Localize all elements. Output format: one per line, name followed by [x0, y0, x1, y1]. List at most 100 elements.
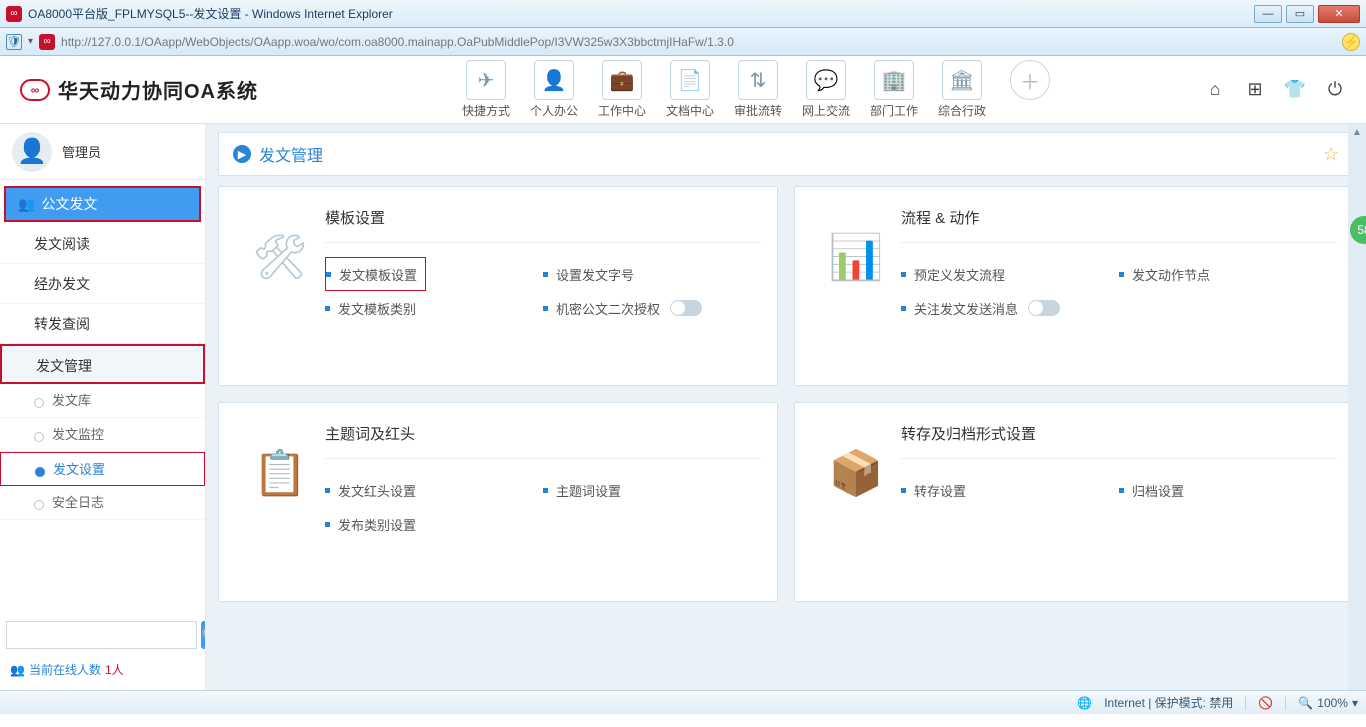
app-header: ∞ 华天动力协同OA系统 ✈快捷方式 👤个人办公 💼 工作中心 📄 文档中心 ⇅ 审批… — [0, 56, 1366, 124]
topnav-approval[interactable]: ⇅ 审批流转 — [730, 60, 786, 119]
link-label: 发布类别设置 — [338, 515, 416, 534]
security-shield-icon[interactable]: 🛡 — [6, 34, 22, 50]
document-icon: 📄 — [670, 60, 710, 100]
accelerator-icon[interactable]: ⚡ — [1342, 33, 1360, 51]
topnav-label: 工作中心 — [594, 102, 650, 119]
topnav-admin[interactable]: 🏛综合行政 — [934, 60, 990, 119]
card-title: 转存及归档形式设置 — [901, 417, 1337, 459]
power-icon[interactable]: ⏻ — [1324, 79, 1346, 101]
building-icon: 🏢 — [874, 60, 914, 100]
link-template-category[interactable]: 发文模板类别 — [325, 291, 543, 325]
zoom-control[interactable]: 🔍 100% ▾ — [1298, 696, 1358, 710]
status-protect-icon[interactable]: 🚫 — [1258, 696, 1273, 710]
nav-manage[interactable]: 发文管理 — [0, 344, 205, 384]
link-redhead[interactable]: 发文红头设置 — [325, 473, 543, 507]
nav-list: 发文阅读 经办发文 转发查阅 发文管理 发文库 发文监控 发文设置 安全日志 — [0, 224, 205, 520]
link-action-node[interactable]: 发文动作节点 — [1119, 257, 1337, 291]
title-favicon: ∞ — [6, 6, 22, 22]
topnav-label: 部门工作 — [866, 102, 922, 119]
content-area: ▶ 发文管理 ☆ 🛠 模板设置 发文模板设置 发文模板类别 — [206, 124, 1366, 690]
brand-logo-icon: ∞ — [20, 79, 50, 101]
search-input[interactable] — [6, 621, 197, 649]
online-label: 当前在线人数 — [29, 661, 101, 678]
link-predef-flow[interactable]: 预定义发文流程 — [901, 257, 1119, 291]
card-title: 模板设置 — [325, 201, 761, 243]
topnav-label: 文档中心 — [662, 102, 718, 119]
topnav-label: 审批流转 — [730, 102, 786, 119]
link-secret-auth[interactable]: 机密公文二次授权 — [543, 291, 761, 325]
content-scrollbar[interactable]: ▲ — [1348, 124, 1366, 690]
minimize-button[interactable]: — — [1254, 5, 1282, 23]
sidebar-category[interactable]: 👥 公文发文 — [4, 186, 201, 222]
brand-text: 华天动力协同OA系统 — [58, 75, 258, 104]
header-right: ⌂ ⊞ 👕 ⏻ — [1204, 79, 1346, 101]
link-template-setting[interactable]: 发文模板设置 — [325, 257, 426, 291]
link-subject[interactable]: 主题词设置 — [543, 473, 761, 507]
nav-forward[interactable]: 转发查阅 — [0, 304, 205, 344]
sidebar-search: 🔍 — [0, 615, 205, 655]
card-title: 主题词及红头 — [325, 417, 761, 459]
topnav-add[interactable]: ＋ — [1002, 60, 1058, 119]
tools-icon: 🛠 — [235, 201, 325, 363]
window-title: OA8000平台版_FPLMYSQL5--发文设置 - Windows Inte… — [28, 5, 393, 22]
nav-read[interactable]: 发文阅读 — [0, 224, 205, 264]
link-label: 预定义发文流程 — [914, 265, 1005, 284]
page-bullet-icon: ▶ — [233, 145, 251, 163]
home-icon[interactable]: ⌂ — [1204, 79, 1226, 101]
sub-library[interactable]: 发文库 — [0, 384, 205, 418]
toggle-switch[interactable] — [670, 300, 702, 316]
avatar-icon: 👤 — [12, 132, 52, 172]
link-label: 设置发文字号 — [556, 265, 634, 284]
toggle-switch[interactable] — [1028, 300, 1060, 316]
favorite-star-icon[interactable]: ☆ — [1323, 144, 1339, 165]
maximize-button[interactable]: ▭ — [1286, 5, 1314, 23]
card-subject-redhead: 📋 主题词及红头 发文红头设置 发布类别设置 主题词设置 — [218, 402, 778, 602]
link-label: 发文动作节点 — [1132, 265, 1210, 284]
link-label: 发文红头设置 — [338, 481, 416, 500]
link-follow-msg[interactable]: 关注发文发送消息 — [901, 291, 1119, 325]
page-title: 发文管理 — [259, 142, 323, 166]
globe-icon: 🌐 — [1077, 696, 1092, 710]
zoom-dropdown-icon[interactable]: ▾ — [1352, 696, 1358, 710]
chat-icon: 💬 — [806, 60, 846, 100]
link-publish-cat[interactable]: 发布类别设置 — [325, 507, 543, 541]
window-titlebar: ∞ OA8000平台版_FPLMYSQL5--发文设置 - Windows In… — [0, 0, 1366, 28]
link-label: 发文模板设置 — [339, 265, 417, 284]
topnav-document[interactable]: 📄 文档中心 — [662, 60, 718, 119]
nav-handle[interactable]: 经办发文 — [0, 264, 205, 304]
topnav-department[interactable]: 🏢 部门工作 — [866, 60, 922, 119]
flow-icon: ⇅ — [738, 60, 778, 100]
link-doc-number[interactable]: 设置发文字号 — [543, 257, 761, 291]
topnav-shortcut[interactable]: ✈快捷方式 — [458, 60, 514, 119]
person-plus-icon: 👥 — [18, 196, 35, 213]
chart-gear-icon: 📊 — [811, 201, 901, 363]
page-header: ▶ 发文管理 ☆ — [218, 132, 1354, 176]
topnav-personal[interactable]: 👤个人办公 — [526, 60, 582, 119]
sub-log[interactable]: 安全日志 — [0, 486, 205, 520]
shield-dropdown-icon[interactable]: ▾ — [28, 36, 33, 47]
topnav-workcenter[interactable]: 💼 工作中心 — [594, 60, 650, 119]
sub-settings[interactable]: 发文设置 — [0, 452, 205, 486]
url-text[interactable]: http://127.0.0.1/OAapp/WebObjects/OAapp.… — [61, 35, 1336, 49]
apps-icon[interactable]: ⊞ — [1244, 79, 1266, 101]
link-transfer[interactable]: 转存设置 — [901, 473, 1119, 507]
plus-icon: ＋ — [1010, 60, 1050, 100]
address-bar: 🛡 ▾ ∞ http://127.0.0.1/OAapp/WebObjects/… — [0, 28, 1366, 56]
shirt-icon[interactable]: 👕 — [1284, 79, 1306, 101]
scroll-up-icon[interactable]: ▲ — [1348, 124, 1366, 142]
topnav-chat[interactable]: 💬 网上交流 — [798, 60, 854, 119]
online-count: 👥 当前在线人数 1人 — [0, 655, 205, 690]
topnav-label: 网上交流 — [798, 102, 854, 119]
close-button[interactable]: ✕ — [1318, 5, 1360, 23]
card-title: 流程 & 动作 — [901, 201, 1337, 243]
link-archive[interactable]: 归档设置 — [1119, 473, 1337, 507]
sub-monitor[interactable]: 发文监控 — [0, 418, 205, 452]
people-icon: 👥 — [10, 663, 25, 677]
online-number: 1人 — [105, 661, 124, 678]
list-gear-icon: 📋 — [235, 417, 325, 579]
card-flow-action: 📊 流程 & 动作 预定义发文流程 关注发文发送消息 发文动作节点 — [794, 186, 1354, 386]
archive-box-icon: 📦 — [811, 417, 901, 579]
bank-icon: 🏛 — [942, 60, 982, 100]
briefcase-icon: 💼 — [602, 60, 642, 100]
card-template-settings: 🛠 模板设置 发文模板设置 发文模板类别 设置发文字号 机密公文二次授权 — [218, 186, 778, 386]
